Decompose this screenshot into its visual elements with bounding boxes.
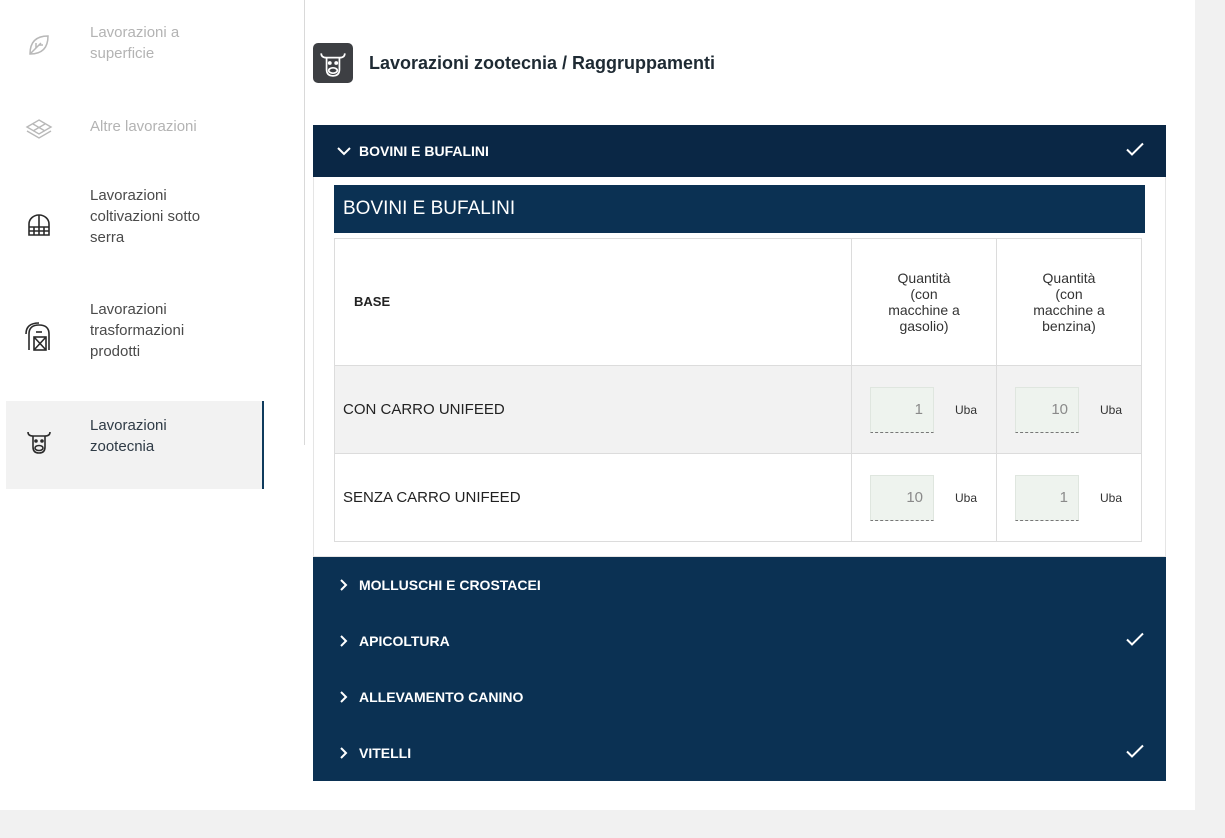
accordion-header-vitelli[interactable]: VITELLI	[313, 725, 1166, 781]
column-header-line: (con	[910, 286, 938, 302]
column-header-line: Quantità	[1042, 270, 1096, 286]
quantities-table: BASE Quantità (con macchine a gasolio) Q…	[334, 238, 1142, 542]
accordion-header-label: VITELLI	[359, 745, 412, 761]
column-header-base: BASE	[334, 238, 852, 366]
quantity-input-gasolio[interactable]: 10	[870, 474, 934, 521]
table-header-row: BASE Quantità (con macchine a gasolio) Q…	[334, 238, 1142, 366]
accordion-panel-bovini-bufalini: BOVINI E BUFALINI BASE Quantità (con mac…	[313, 177, 1166, 557]
chevron-down-icon	[337, 146, 351, 156]
column-header-line: gasolio)	[899, 318, 949, 334]
sidebar-item-label-line: Lavorazioni	[90, 301, 167, 318]
check-icon	[1126, 744, 1144, 762]
page-header: Lavorazioni zootecnia / Raggruppamenti	[313, 40, 715, 86]
sidebar-item-label-line: prodotti	[90, 343, 141, 360]
page-title: Lavorazioni zootecnia / Raggruppamenti	[369, 52, 716, 73]
sidebar-item-label-line: superficie	[90, 45, 155, 62]
column-header-gasolio: Quantità (con macchine a gasolio)	[851, 238, 997, 366]
accordion-header-allevamento-canino[interactable]: ALLEVAMENTO CANINO	[313, 669, 1166, 725]
unit-label: Uba	[1100, 402, 1123, 417]
sidebar-item-label-line: Lavorazioni	[90, 417, 167, 434]
row-name: SENZA CARRO UNIFEED	[334, 453, 852, 542]
sidebar-item-lavorazioni-superficie[interactable]: Lavorazioni a superficie	[6, 8, 264, 98]
column-header-line: macchine a	[1033, 302, 1105, 318]
accordion-header-label: MOLLUSCHI E CROSTACEI	[359, 577, 541, 593]
sidebar-item-label-line: Lavorazioni	[90, 187, 167, 204]
chevron-right-icon	[337, 579, 351, 591]
sidebar-item-label-line: zootecnia	[90, 438, 155, 455]
layers-icon	[24, 114, 54, 144]
check-icon	[1126, 632, 1144, 650]
cell-benzina: 10 Uba	[996, 365, 1142, 454]
quantity-input-gasolio[interactable]: 1	[870, 386, 934, 433]
column-header-line: macchine a	[888, 302, 960, 318]
column-header-line: Quantità	[897, 270, 951, 286]
page-bottom-gutter	[0, 810, 1225, 838]
group-title: BOVINI E BUFALINI	[343, 198, 516, 219]
group-title-bar: BOVINI E BUFALINI	[334, 185, 1145, 233]
quantity-input-benzina[interactable]: 1	[1015, 474, 1079, 521]
sidebar-item-trasformazioni-prodotti[interactable]: Lavorazioni trasformazioni prodotti	[6, 290, 264, 390]
cell-benzina: 1 Uba	[996, 453, 1142, 542]
sidebar: Lavorazioni a superficie Altre lavorazio…	[0, 0, 305, 489]
sidebar-item-coltivazioni-serra[interactable]: Lavorazioni coltivazioni sotto serra	[6, 176, 264, 276]
accordion-header-molluschi-crostacei[interactable]: MOLLUSCHI E CROSTACEI	[313, 557, 1166, 613]
column-header-benzina: Quantità (con macchine a benzina)	[996, 238, 1142, 366]
cell-gasolio: 1 Uba	[851, 365, 997, 454]
row-name: CON CARRO UNIFEED	[334, 365, 852, 454]
page-right-gutter	[1195, 0, 1225, 838]
accordion-header-apicoltura[interactable]: APICOLTURA	[313, 613, 1166, 669]
sidebar-item-altre-lavorazioni[interactable]: Altre lavorazioni	[6, 100, 264, 154]
sidebar-item-label-line: serra	[90, 229, 125, 246]
barn-icon	[24, 322, 54, 352]
chevron-right-icon	[337, 747, 351, 759]
sidebar-item-zootecnia[interactable]: Lavorazioni zootecnia	[6, 401, 264, 489]
unit-label: Uba	[955, 402, 978, 417]
column-header-line: benzina)	[1042, 318, 1096, 334]
accordion-header-label: ALLEVAMENTO CANINO	[359, 689, 524, 705]
cell-gasolio: 10 Uba	[851, 453, 997, 542]
quantity-input-benzina[interactable]: 10	[1015, 386, 1079, 433]
table-row: CON CARRO UNIFEED 1 Uba 10 Uba	[334, 365, 1142, 454]
column-header-line: (con	[1055, 286, 1083, 302]
accordion-header-bovini-bufalini[interactable]: BOVINI E BUFALINI	[313, 125, 1166, 177]
groups-accordion: BOVINI E BUFALINI BOVINI E BUFALINI BASE…	[313, 125, 1166, 781]
chevron-right-icon	[337, 635, 351, 647]
sidebar-item-label-line: coltivazioni sotto	[90, 208, 201, 225]
table-row: SENZA CARRO UNIFEED 10 Uba 1 Uba	[334, 453, 1142, 542]
chevron-right-icon	[337, 691, 351, 703]
cow-icon	[24, 426, 54, 456]
sidebar-item-label-line: Altre lavorazioni	[90, 118, 197, 135]
greenhouse-icon	[24, 210, 54, 240]
accordion-header-label: APICOLTURA	[359, 633, 450, 649]
accordion-header-label: BOVINI E BUFALINI	[359, 143, 489, 159]
leaf-icon	[24, 30, 54, 60]
check-icon	[1126, 142, 1144, 160]
sidebar-item-label-line: trasformazioni	[90, 322, 185, 339]
sidebar-item-label-line: Lavorazioni a	[90, 24, 180, 41]
cow-icon	[313, 43, 353, 83]
unit-label: Uba	[955, 490, 978, 505]
unit-label: Uba	[1100, 490, 1123, 505]
